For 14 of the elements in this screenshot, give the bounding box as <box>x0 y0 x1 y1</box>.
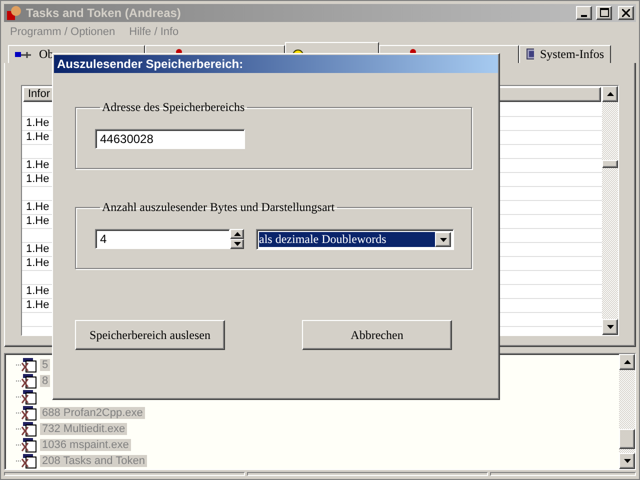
table-cell: 1.He <box>26 299 50 312</box>
table-cell: 1.He <box>26 257 50 270</box>
table-cell: 1.He <box>26 131 50 144</box>
table-cell: 1.He <box>26 243 50 256</box>
window-title: Tasks and Token (Andreas) <box>26 6 182 20</box>
group-label: Adresse des Speicherbereichs <box>101 100 246 115</box>
table-cell: 1.He <box>26 117 50 130</box>
table-cell: 1.He <box>26 159 50 172</box>
table-cell: 1.He <box>26 201 50 214</box>
table-cell: 1.He <box>26 173 50 186</box>
group-label: Anzahl auszulesender Bytes und Darstellungsart <box>101 200 336 215</box>
table-cell: 1.He <box>26 285 50 298</box>
dialog-title: Auszulesender Speicherbereich: <box>54 55 498 73</box>
table-cell: 1.He <box>26 215 50 228</box>
